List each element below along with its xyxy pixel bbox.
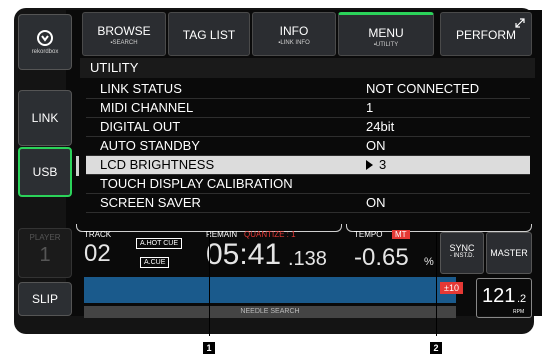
- bpm-unit: RPM: [513, 309, 525, 315]
- setting-label: SCREEN SAVER: [100, 195, 201, 210]
- setting-row-midi-channel[interactable]: MIDI CHANNEL 1: [86, 99, 530, 118]
- waveform[interactable]: [84, 277, 456, 303]
- link-label: LINK: [31, 111, 59, 125]
- tab-menu-label: MENU: [368, 26, 404, 40]
- setting-label: DIGITAL OUT: [100, 119, 181, 134]
- master-tempo-badge: MT: [392, 230, 410, 239]
- slip-label: SLIP: [31, 292, 58, 306]
- callout-number-1: 1: [203, 342, 215, 354]
- tempo-label: TEMPO: [354, 230, 383, 239]
- track-number: 02: [84, 240, 111, 267]
- bpm-display: 121 .2 RPM: [476, 278, 532, 318]
- bpm-integer: 121: [482, 285, 516, 307]
- needle-search-bar[interactable]: NEEDLE SEARCH: [84, 306, 456, 318]
- callout-number-2: 2: [430, 342, 442, 354]
- master-button[interactable]: MASTER: [486, 232, 532, 274]
- setting-row-lcd-brightness[interactable]: LCD BRIGHTNESS 3: [86, 156, 530, 175]
- tempo-unit: %: [424, 256, 434, 268]
- setting-label: TOUCH DISPLAY CALIBRATION: [100, 176, 293, 191]
- link-button[interactable]: LINK: [18, 90, 72, 146]
- setting-row-touch-calibration[interactable]: TOUCH DISPLAY CALIBRATION: [86, 175, 530, 194]
- time-main: 05:41: [206, 238, 282, 271]
- setting-row-auto-standby[interactable]: AUTO STANDBY ON: [86, 137, 530, 156]
- tempo-range-indicator: ±10: [440, 282, 463, 294]
- setting-value: ON: [366, 138, 386, 153]
- setting-row-link-status[interactable]: LINK STATUS NOT CONNECTED: [86, 80, 530, 99]
- setting-value: NOT CONNECTED: [366, 81, 480, 96]
- sync-button[interactable]: SYNC - INST.D.: [440, 232, 484, 274]
- tab-tag-list[interactable]: TAG LIST: [168, 12, 250, 56]
- logo-text: rekordbox: [31, 48, 59, 55]
- master-label: MASTER: [490, 248, 528, 258]
- setting-label: AUTO STANDBY: [100, 138, 200, 153]
- auto-cue-indicator: A.CUE: [140, 257, 170, 268]
- tempo-value: -0.65: [354, 244, 409, 271]
- tab-menu-sub: ▪UTILITY: [373, 42, 399, 48]
- rekordbox-logo-icon: [37, 29, 53, 46]
- setting-row-digital-out[interactable]: DIGITAL OUT 24bit: [86, 118, 530, 137]
- player-number: 1: [39, 244, 51, 266]
- tab-info-label: INFO: [279, 24, 309, 38]
- bpm-fraction: .2: [517, 293, 527, 305]
- callout-line-2: [436, 232, 437, 336]
- list-scrollbar[interactable]: [76, 156, 79, 176]
- callout-line-1: [209, 232, 210, 336]
- player-indicator: PLAYER 1: [18, 228, 72, 278]
- usb-button[interactable]: USB: [18, 147, 72, 197]
- tab-info-sub: ▪LINK INFO: [278, 40, 310, 46]
- slip-button[interactable]: SLIP: [18, 282, 72, 316]
- tab-browse[interactable]: BROWSE ▪SEARCH: [82, 12, 166, 56]
- sync-sub: - INST.D.: [449, 253, 475, 259]
- sync-label: SYNC: [449, 243, 475, 253]
- tab-tag-list-label: TAG LIST: [182, 28, 236, 42]
- tab-browse-label: BROWSE: [97, 24, 151, 38]
- tab-perform-label: PERFORM: [456, 28, 516, 42]
- setting-value: 24bit: [366, 119, 395, 134]
- setting-label: LCD BRIGHTNESS: [100, 157, 215, 172]
- tab-menu[interactable]: MENU ▪UTILITY: [338, 12, 434, 56]
- setting-value: 3: [366, 156, 386, 174]
- setting-label: LINK STATUS: [100, 81, 182, 96]
- setting-value: 1: [366, 100, 374, 115]
- setting-value: ON: [366, 195, 386, 210]
- player-label: PLAYER: [29, 233, 61, 242]
- track-label: TRACK: [84, 230, 112, 239]
- time-fraction: .138: [288, 248, 327, 270]
- auto-hotcue-indicator: A.HOT CUE: [136, 238, 182, 249]
- utility-title: UTILITY: [80, 58, 535, 78]
- setting-row-screen-saver[interactable]: SCREEN SAVER ON: [86, 194, 530, 213]
- tab-browse-sub: ▪SEARCH: [110, 40, 138, 46]
- tab-perform[interactable]: PERFORM: [440, 12, 532, 56]
- expand-icon: [515, 18, 525, 28]
- rekordbox-button[interactable]: rekordbox: [18, 14, 72, 70]
- usb-label: USB: [32, 165, 58, 179]
- tab-info[interactable]: INFO ▪LINK INFO: [252, 12, 336, 56]
- setting-label: MIDI CHANNEL: [100, 100, 194, 115]
